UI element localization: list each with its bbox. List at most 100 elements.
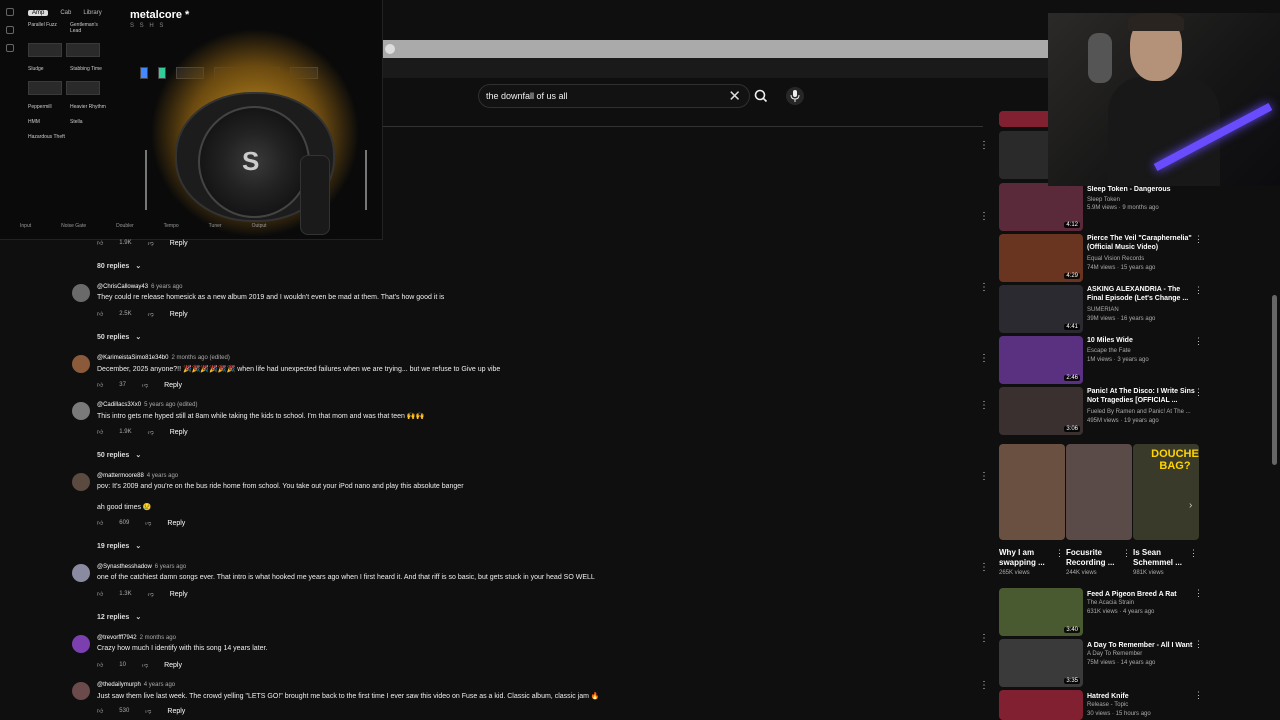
channel-name[interactable]: The Acacia Strain (1087, 600, 1134, 606)
video-thumbnail[interactable]: 3:40 (999, 588, 1083, 636)
list-icon[interactable] (6, 44, 14, 52)
like-icon[interactable]: 👍︎ (97, 519, 103, 527)
more-options-icon[interactable]: ⋮ (1189, 548, 1198, 559)
more-options-icon[interactable]: ⋮ (1194, 285, 1203, 296)
preset-item[interactable]: HMM Stella (28, 119, 108, 125)
more-options-icon[interactable]: ⋮ (979, 562, 989, 573)
tab-library[interactable]: Library (83, 10, 101, 16)
input-slider[interactable] (145, 150, 147, 210)
dislike-icon[interactable]: 👎︎ (145, 519, 151, 527)
sidebar-video[interactable]: 3:35 A Day To Remember - All I Want A Da… (999, 639, 1203, 689)
comment-author[interactable]: @Synasthesshadow 6 years ago (97, 564, 186, 570)
like-icon[interactable]: 👍︎ (97, 590, 103, 598)
more-options-icon[interactable]: ⋮ (979, 140, 989, 151)
reply-button[interactable]: Reply (164, 382, 182, 389)
like-icon[interactable]: 👍︎ (97, 381, 103, 389)
dislike-icon[interactable]: 👎︎ (148, 239, 154, 247)
short-thumbnail[interactable]: DOUCHE BAG? (1133, 444, 1199, 540)
more-options-icon[interactable]: ⋮ (979, 211, 989, 222)
avatar[interactable] (72, 473, 90, 491)
sidebar-video[interactable]: Hatred Knife Release - Topic 30 views · … (999, 690, 1203, 720)
channel-name[interactable]: A Day To Remember (1087, 651, 1142, 657)
like-icon[interactable]: 👍︎ (97, 310, 103, 318)
reply-button[interactable]: Reply (170, 240, 188, 247)
settings-icon[interactable] (6, 8, 14, 16)
tuner-label[interactable]: Tuner (209, 223, 222, 235)
video-thumbnail[interactable] (999, 690, 1083, 720)
short-title[interactable]: Is Sean Schemmel ... (1133, 548, 1188, 568)
short-thumbnail[interactable] (999, 444, 1065, 540)
sidebar-video[interactable]: 3:40 Feed A Pigeon Breed A Rat The Acaci… (999, 588, 1203, 638)
avatar[interactable] (72, 682, 90, 700)
scrubber-handle[interactable] (385, 44, 395, 54)
channel-name[interactable]: Release - Topic (1087, 702, 1128, 708)
dislike-icon[interactable]: 👎︎ (148, 310, 154, 318)
video-thumbnail[interactable]: 4:12 (999, 183, 1083, 231)
short-title[interactable]: Focusrite Recording ... (1066, 548, 1121, 568)
more-options-icon[interactable]: ⋮ (1194, 639, 1203, 650)
tab-cab[interactable]: Cab (60, 10, 71, 16)
more-options-icon[interactable]: ⋮ (979, 680, 989, 691)
video-title[interactable]: 10 Miles Wide (1087, 336, 1197, 345)
short-title[interactable]: Why I am swapping ... (999, 548, 1054, 568)
chevron-right-icon[interactable]: › (1189, 500, 1192, 511)
preset-item[interactable] (28, 81, 108, 95)
channel-name[interactable]: Escape the Fate (1087, 348, 1131, 354)
reply-button[interactable]: Reply (167, 708, 185, 715)
preset-item[interactable]: Parallel Fuzz Gentleman's Lead (28, 22, 108, 34)
preset-item[interactable]: Sludge Stabbing Time (28, 66, 108, 72)
doubler-label[interactable]: Doubler (116, 223, 134, 235)
voice-search-button[interactable] (786, 87, 804, 105)
comment-author[interactable]: @mattermoore88 4 years ago (97, 473, 178, 479)
more-options-icon[interactable]: ⋮ (979, 471, 989, 482)
search-input[interactable]: the downfall of us all (486, 91, 568, 101)
avatar[interactable] (72, 402, 90, 420)
output-slider[interactable] (365, 150, 367, 210)
like-icon[interactable]: 👍︎ (97, 707, 103, 715)
like-icon[interactable]: 👍︎ (97, 428, 103, 436)
like-icon[interactable]: 👍︎ (97, 661, 103, 669)
more-options-icon[interactable]: ⋮ (1194, 588, 1203, 599)
reply-button[interactable]: Reply (170, 591, 188, 598)
comment-author[interactable]: @Cadillacs3Xx0 5 years ago (edited) (97, 402, 197, 408)
avatar[interactable] (72, 635, 90, 653)
video-title[interactable]: Feed A Pigeon Breed A Rat (1087, 590, 1197, 599)
video-thumbnail[interactable]: 4:41 (999, 285, 1083, 333)
replies-toggle[interactable]: 80 replies ⌄ (97, 262, 141, 271)
video-title[interactable]: Pierce The Veil "Caraphernelia" (Officia… (1087, 234, 1197, 252)
sidebar-video[interactable]: 2:46 10 Miles Wide Escape the Fate 1M vi… (999, 336, 1203, 386)
reply-button[interactable]: Reply (164, 662, 182, 669)
video-title[interactable]: Sleep Token - Dangerous (1087, 185, 1197, 194)
more-options-icon[interactable]: ⋮ (1122, 548, 1131, 559)
sidebar-video[interactable]: 4:12 Sleep Token - Dangerous Sleep Token… (999, 183, 1199, 233)
video-thumbnail[interactable]: 3:35 (999, 639, 1083, 687)
short-thumbnail[interactable] (1066, 444, 1132, 540)
page-scrollbar[interactable] (1272, 295, 1277, 465)
channel-name[interactable]: SUMERIAN (1087, 307, 1119, 313)
search-bar[interactable]: the downfall of us all ✕ (478, 84, 750, 108)
replies-toggle[interactable]: 12 replies ⌄ (97, 613, 141, 622)
tab-amp[interactable]: Amp (28, 10, 49, 16)
preset-item[interactable]: Peppermill Heavier Rhythm (28, 104, 108, 110)
dislike-icon[interactable]: 👎︎ (142, 661, 148, 669)
like-icon[interactable]: 👍︎ (97, 239, 103, 247)
more-options-icon[interactable]: ⋮ (979, 400, 989, 411)
avatar[interactable] (72, 564, 90, 582)
reply-button[interactable]: Reply (167, 520, 185, 527)
sidebar-video[interactable]: 4:41 ASKING ALEXANDRIA - The Final Episo… (999, 285, 1203, 335)
channel-name[interactable]: Sleep Token (1087, 197, 1120, 203)
more-options-icon[interactable]: ⋮ (979, 282, 989, 293)
avatar[interactable] (72, 284, 90, 302)
video-title[interactable]: Hatred Knife (1087, 692, 1197, 701)
more-options-icon[interactable]: ⋮ (1194, 690, 1203, 701)
more-options-icon[interactable]: ⋮ (1194, 234, 1203, 245)
search-button[interactable] (752, 84, 770, 108)
fx-slot[interactable] (140, 67, 148, 79)
video-title[interactable]: ASKING ALEXANDRIA - The Final Episode (L… (1087, 285, 1197, 303)
video-title[interactable]: A Day To Remember - All I Want (1087, 641, 1197, 650)
more-options-icon[interactable]: ⋮ (1194, 387, 1203, 398)
folder-icon[interactable] (6, 26, 14, 34)
dislike-icon[interactable]: 👎︎ (145, 707, 151, 715)
replies-toggle[interactable]: 19 replies ⌄ (97, 542, 141, 551)
video-title[interactable]: Panic! At The Disco: I Write Sins Not Tr… (1087, 387, 1197, 405)
